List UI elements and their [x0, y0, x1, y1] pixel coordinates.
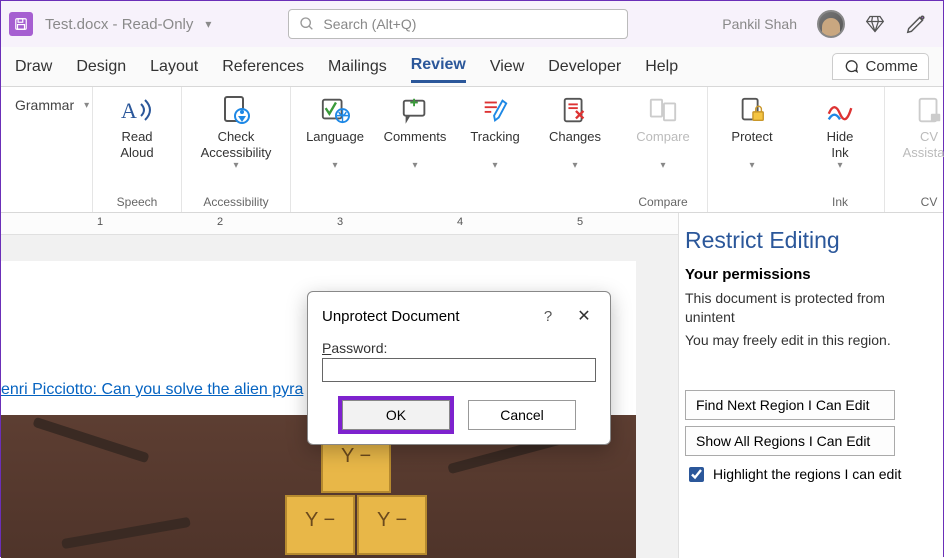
comments-button[interactable]: Comme: [832, 53, 929, 80]
tabs-bar: Draw Design Layout References Mailings R…: [1, 47, 943, 87]
tab-developer[interactable]: Developer: [548, 52, 621, 82]
search-icon: [299, 16, 315, 32]
comments-ribbon-button[interactable]: Comments▾: [379, 91, 451, 172]
tab-draw[interactable]: Draw: [15, 52, 52, 82]
changes-icon: [560, 95, 590, 125]
avatar[interactable]: [817, 10, 845, 38]
group-compare-label: Compare: [627, 192, 699, 212]
ok-button[interactable]: OK: [342, 400, 450, 430]
ruler-mark: 1: [97, 216, 103, 228]
read-aloud-button[interactable]: A Read Aloud: [101, 91, 173, 160]
comment-icon: [843, 59, 859, 75]
cv-assistant-button: CV Assistant: [893, 91, 944, 160]
svg-text:A: A: [121, 98, 137, 123]
compare-icon: [648, 95, 678, 125]
accessibility-icon: [220, 94, 252, 126]
ruler-mark: 4: [457, 216, 463, 228]
cv-icon: [914, 95, 944, 125]
dialog-title: Unprotect Document: [322, 308, 538, 325]
unprotect-dialog: Unprotect Document ? ✕ Password: OK Canc…: [307, 291, 611, 445]
search-input[interactable]: Search (Alt+Q): [288, 9, 628, 39]
hide-ink-button[interactable]: Hide Ink ▾: [804, 91, 876, 172]
tracking-button[interactable]: Tracking▾: [459, 91, 531, 172]
comment-bubble-icon: [400, 95, 430, 125]
user-name: Pankil Shah: [722, 16, 797, 32]
group-speech-label: Speech: [101, 192, 173, 212]
protect-button[interactable]: Protect▾: [716, 91, 788, 172]
language-icon: [320, 95, 350, 125]
check-accessibility-button[interactable]: Check Accessibility ▾: [190, 91, 282, 172]
tab-layout[interactable]: Layout: [150, 52, 198, 82]
document-link[interactable]: enri Picciotto: Can you solve the alien …: [1, 381, 303, 398]
protect-icon: [737, 95, 767, 125]
tab-references[interactable]: References: [222, 52, 304, 82]
password-label: Password:: [322, 340, 596, 356]
save-icon[interactable]: [9, 12, 33, 36]
show-all-regions-button[interactable]: Show All Regions I Can Edit: [685, 426, 895, 456]
cancel-button[interactable]: Cancel: [468, 400, 576, 430]
ruler[interactable]: 1 2 3 4 5: [1, 213, 678, 235]
compare-button: Compare▾: [627, 91, 699, 172]
highlight-checkbox-input[interactable]: [689, 467, 704, 482]
ink-icon: [825, 95, 855, 125]
group-cv-label: CV: [893, 192, 944, 212]
pane-text-2: You may freely edit in this region.: [685, 331, 933, 350]
highlight-checkbox-label: Highlight the regions I can edit: [713, 466, 901, 482]
ruler-mark: 2: [217, 216, 223, 228]
dialog-close-button[interactable]: ✕: [572, 306, 596, 326]
title-bar: Test.docx - Read-Only ▾ Search (Alt+Q) P…: [1, 1, 943, 47]
pen-icon[interactable]: [905, 13, 927, 35]
diamond-icon[interactable]: [865, 14, 885, 34]
tab-mailings[interactable]: Mailings: [328, 52, 387, 82]
tab-design[interactable]: Design: [76, 52, 126, 82]
tab-help[interactable]: Help: [645, 52, 678, 82]
comments-label: Comme: [865, 58, 918, 75]
password-input[interactable]: [322, 358, 596, 382]
grammar-label[interactable]: Grammar: [15, 97, 74, 113]
find-next-region-button[interactable]: Find Next Region I Can Edit: [685, 390, 895, 420]
changes-button[interactable]: Changes▾: [539, 91, 611, 172]
pane-title: Restrict Editing: [685, 227, 933, 254]
pane-text-1: This document is protected from unintent: [685, 289, 933, 327]
dialog-help-button[interactable]: ?: [538, 308, 558, 325]
language-button[interactable]: Language▾: [299, 91, 371, 172]
pane-subtitle: Your permissions: [685, 266, 933, 283]
tab-review[interactable]: Review: [411, 50, 466, 83]
title-dropdown-icon[interactable]: ▾: [205, 17, 211, 31]
ruler-mark: 5: [577, 216, 583, 228]
group-accessibility-label: Accessibility: [190, 192, 282, 212]
ribbon: Grammar ▾ A Read Aloud Speech Check Acce…: [1, 87, 943, 213]
tracking-icon: [480, 95, 510, 125]
tab-view[interactable]: View: [490, 52, 524, 82]
highlight-regions-checkbox[interactable]: Highlight the regions I can edit: [685, 464, 933, 485]
document-title: Test.docx - Read-Only: [45, 16, 193, 33]
chevron-down-icon[interactable]: ▾: [84, 100, 89, 111]
search-placeholder: Search (Alt+Q): [323, 16, 416, 32]
read-aloud-icon: A: [121, 94, 153, 126]
restrict-editing-pane: Restrict Editing Your permissions This d…: [678, 213, 943, 558]
ruler-mark: 3: [337, 216, 343, 228]
group-ink-label: Ink: [804, 192, 876, 212]
